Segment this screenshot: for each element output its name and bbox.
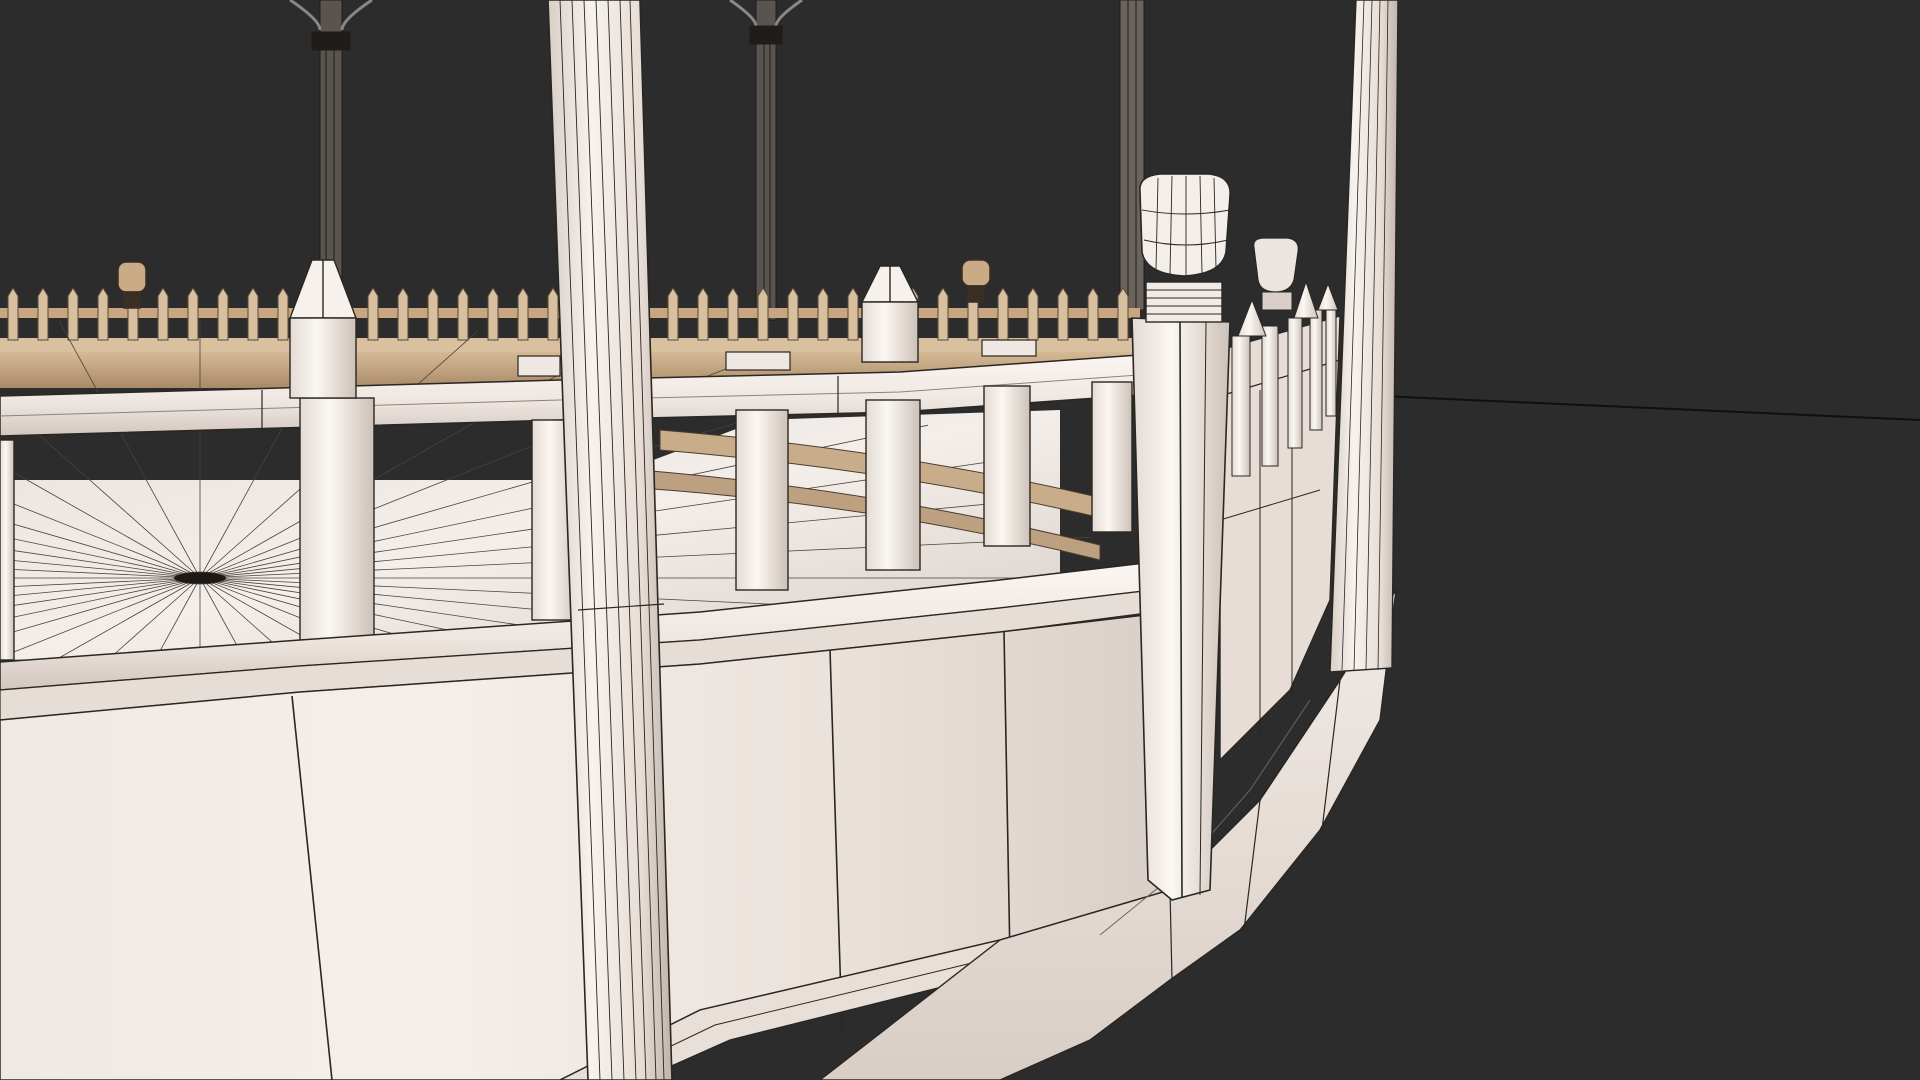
floor-center — [173, 571, 227, 585]
baluster — [865, 399, 921, 571]
back-picket — [997, 287, 1009, 341]
back-picket — [697, 287, 709, 341]
back-picket — [367, 287, 379, 341]
back-picket — [187, 287, 199, 341]
baluster — [299, 397, 375, 649]
baluster — [0, 439, 15, 661]
back-picket — [937, 287, 949, 341]
back-picket — [1057, 287, 1069, 341]
back-picket — [517, 287, 529, 341]
back-picket — [277, 287, 289, 341]
back-picket — [847, 287, 859, 341]
back-picket — [817, 287, 829, 341]
back-picket — [247, 287, 259, 341]
back-picket — [1117, 287, 1129, 341]
back-picket — [217, 287, 229, 341]
back-picket — [487, 287, 499, 341]
back-picket — [97, 287, 109, 341]
3d-viewport[interactable] — [0, 0, 1920, 1080]
back-picket — [727, 287, 739, 341]
back-picket — [1027, 287, 1039, 341]
back-picket — [667, 287, 679, 341]
back-picket — [67, 287, 79, 341]
back-picket — [397, 287, 409, 341]
back-picket — [157, 287, 169, 341]
gazebo-render — [0, 0, 1920, 1080]
back-picket — [757, 287, 769, 341]
back-picket — [427, 287, 439, 341]
baluster — [1091, 381, 1133, 533]
back-picket — [547, 287, 559, 341]
back-picket — [37, 287, 49, 341]
back-picket — [787, 287, 799, 341]
back-picket — [7, 287, 19, 341]
baluster — [983, 385, 1031, 547]
baluster — [735, 409, 789, 591]
back-picket — [1087, 287, 1099, 341]
back-picket — [457, 287, 469, 341]
